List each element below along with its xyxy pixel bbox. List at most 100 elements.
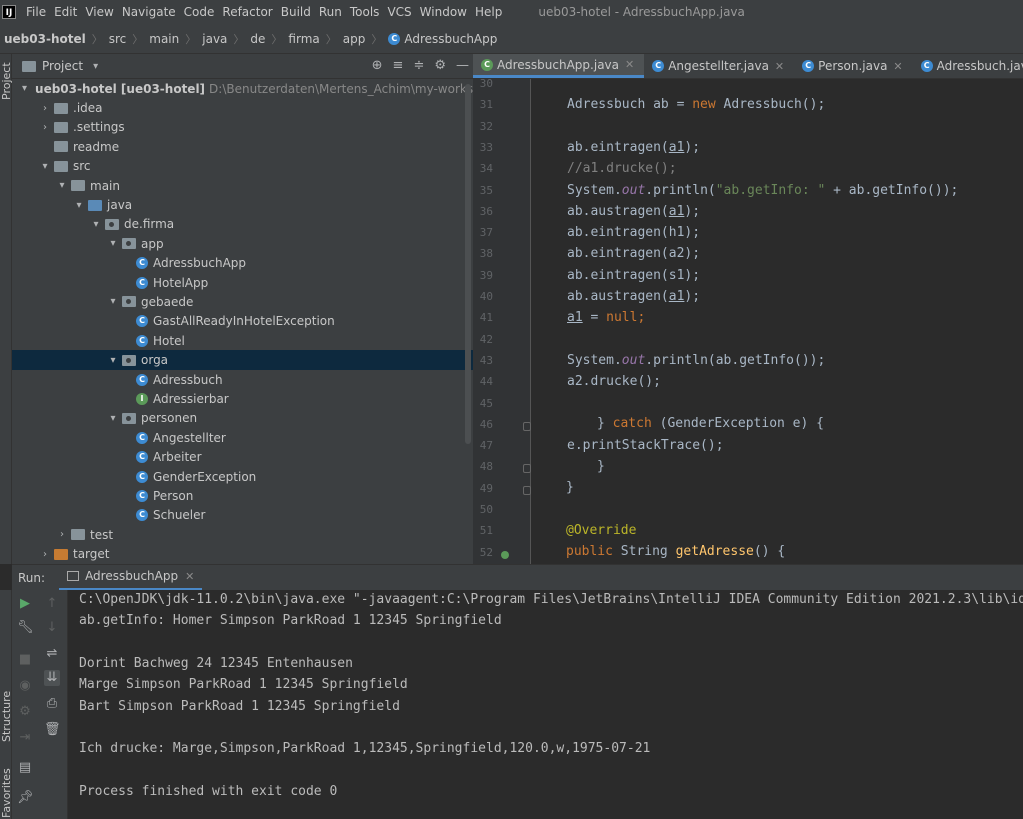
tree-item-personen[interactable]: ▾ personen [12,409,473,428]
tree-item-genderexception[interactable]: C GenderException [12,467,473,486]
tree-item--idea[interactable]: › .idea [12,98,473,117]
breadcrumb-java[interactable]: java [202,32,227,46]
camera-icon[interactable]: ◉ [17,678,33,694]
fold-marker-icon[interactable] [523,485,531,495]
fold-marker-icon[interactable] [523,464,531,474]
soft-wrap-icon[interactable]: ⇌ [44,646,60,662]
arrow-up-icon[interactable]: ↑ [44,596,60,612]
menu-file[interactable]: File [26,5,46,19]
hide-icon[interactable]: — [456,58,469,73]
layout-icon[interactable]: ▤ [17,760,33,776]
chevron-right-icon[interactable]: › [39,103,51,114]
exit-icon[interactable]: ⇥ [17,730,33,746]
tab-adressbuchapp[interactable]: C AdressbuchApp.java ✕ [473,54,645,78]
print-icon[interactable]: ⎙ [44,696,60,712]
close-icon[interactable]: ✕ [893,60,902,73]
close-icon[interactable]: ✕ [625,58,634,71]
chevron-down-icon[interactable]: ▾ [93,61,98,72]
console-line: Bart Simpson ParkRoad 1 12345 Springfiel… [79,698,400,714]
menu-tools[interactable]: Tools [350,5,380,19]
scroll-to-end-icon[interactable]: ⇊ [44,670,60,686]
gear-icon[interactable]: ⚙ [434,58,446,73]
menu-view[interactable]: View [85,5,113,19]
tree-item-ueb03-hotel-ue03-hotel-[interactable]: ▾ ueb03-hotel [ue03-hotel] D:\Benutzerdate… [12,79,473,98]
menu-build[interactable]: Build [281,5,311,19]
chevron-down-icon[interactable]: ▾ [73,200,85,211]
chevron-down-icon[interactable]: ▾ [90,219,102,230]
menu-vcs[interactable]: VCS [387,5,411,19]
tree-item-test[interactable]: › test [12,525,473,544]
tree-item-adressbuchapp[interactable]: C AdressbuchApp [12,254,473,273]
menu-navigate[interactable]: Navigate [122,5,176,19]
tree-item-gebaede[interactable]: ▾ gebaede [12,292,473,311]
fold-marker-icon[interactable] [523,421,531,431]
tree-item-schueler[interactable]: C Schueler [12,506,473,525]
tab-person[interactable]: C Person.java ✕ [794,54,913,78]
pin-icon[interactable]: 📌︎ [17,790,34,806]
close-icon[interactable]: ✕ [185,570,194,583]
menu-run[interactable]: Run [319,5,342,19]
tree-item-label: de.firma [124,217,175,232]
chevron-down-icon[interactable]: ▾ [107,355,119,366]
menu-edit[interactable]: Edit [54,5,77,19]
code-editor[interactable]: 30 31 32 33 34 35 36 37 38 39 40 41 42 43 44 45 46 47 48 49… [473,79,1023,564]
chevron-down-icon[interactable]: ▾ [107,238,119,249]
locate-file-icon[interactable]: ⊕ [372,58,383,73]
chevron-down-icon[interactable]: ▾ [56,180,68,191]
override-marker-icon[interactable] [501,550,509,559]
chevron-right-icon[interactable]: › [39,122,51,133]
tab-angestellter[interactable]: C Angestellter.java ✕ [644,54,794,78]
breadcrumb-de[interactable]: de [250,32,265,46]
tree-item-main[interactable]: ▾ main [12,176,473,195]
run-tab-adressbuchapp[interactable]: AdressbuchApp ✕ [59,565,203,591]
tree-item-hotelapp[interactable]: C HotelApp [12,273,473,292]
tree-item-orga[interactable]: ▾ orga [12,350,473,370]
tree-item-angestellter[interactable]: C Angestellter [12,428,473,447]
tab-label: Adressbuch.java [936,59,1023,73]
arrow-down-icon[interactable]: ↓ [44,620,60,636]
tree-item-app[interactable]: ▾ app [12,234,473,253]
tree-item-adressbuch[interactable]: C Adressbuch [12,370,473,389]
collapse-all-icon[interactable]: ≑ [413,58,424,73]
tree-item-src[interactable]: ▾ src [12,157,473,176]
console-output[interactable]: C:\OpenJDK\jdk-11.0.2\bin\java.exe "-jav… [68,590,1023,819]
chevron-down-icon[interactable]: ▾ [107,296,119,307]
project-tree: ▾ ueb03-hotel [ue03-hotel] D:\Benutzerdate… [12,79,473,564]
chevron-right-icon[interactable]: › [39,549,51,560]
tree-item-java[interactable]: ▾ java [12,195,473,214]
tree-item-readme[interactable]: readme [12,137,473,156]
chevron-down-icon[interactable]: ▾ [39,161,51,172]
tree-item-arbeiter[interactable]: C Arbeiter [12,447,473,466]
tree-item-de-firma[interactable]: ▾ de.firma [12,215,473,234]
project-view-selector[interactable]: Project [42,59,83,73]
tree-item--settings[interactable]: › .settings [12,118,473,137]
tree-item-target[interactable]: › target [12,544,473,563]
trash-icon[interactable]: 🗑︎ [44,722,61,738]
tree-item-person[interactable]: C Person [12,486,473,505]
chevron-right-icon[interactable]: › [56,529,68,540]
menu-code[interactable]: Code [184,5,215,19]
breadcrumb-main[interactable]: main [149,32,179,46]
breadcrumb-firma[interactable]: firma [288,32,319,46]
gear-icon[interactable]: ⚙ [17,704,33,720]
menu-refactor[interactable]: Refactor [222,5,272,19]
wrench-icon[interactable]: 🔧︎ [17,620,34,636]
breadcrumb-app[interactable]: app [343,32,366,46]
chevron-down-icon[interactable]: ▾ [107,413,119,424]
stop-icon[interactable]: ■ [17,652,33,668]
tree-item-adressierbar[interactable]: I Adressierbar [12,389,473,408]
rerun-icon[interactable]: ▶ [17,596,33,612]
tab-adressbuch[interactable]: C Adressbuch.java ✕ [913,54,1023,78]
menu-window[interactable]: Window [420,5,467,19]
breadcrumb-file[interactable]: AdressbuchApp [404,32,497,46]
tree-item-gastallreadyinhotelexception[interactable]: C GastAllReadyInHotelException [12,312,473,331]
breadcrumb-project[interactable]: ueb03-hotel [4,32,86,46]
menu-help[interactable]: Help [475,5,502,19]
chevron-down-icon[interactable]: ▾ [22,83,27,94]
close-icon[interactable]: ✕ [775,60,784,73]
expand-all-icon[interactable]: ≡ [393,58,404,73]
project-scrollbar[interactable] [465,84,471,444]
tree-item-hotel[interactable]: C Hotel [12,331,473,350]
breadcrumb-src[interactable]: src [109,32,127,46]
code-line-44: a2.drucke(); [567,374,661,389]
